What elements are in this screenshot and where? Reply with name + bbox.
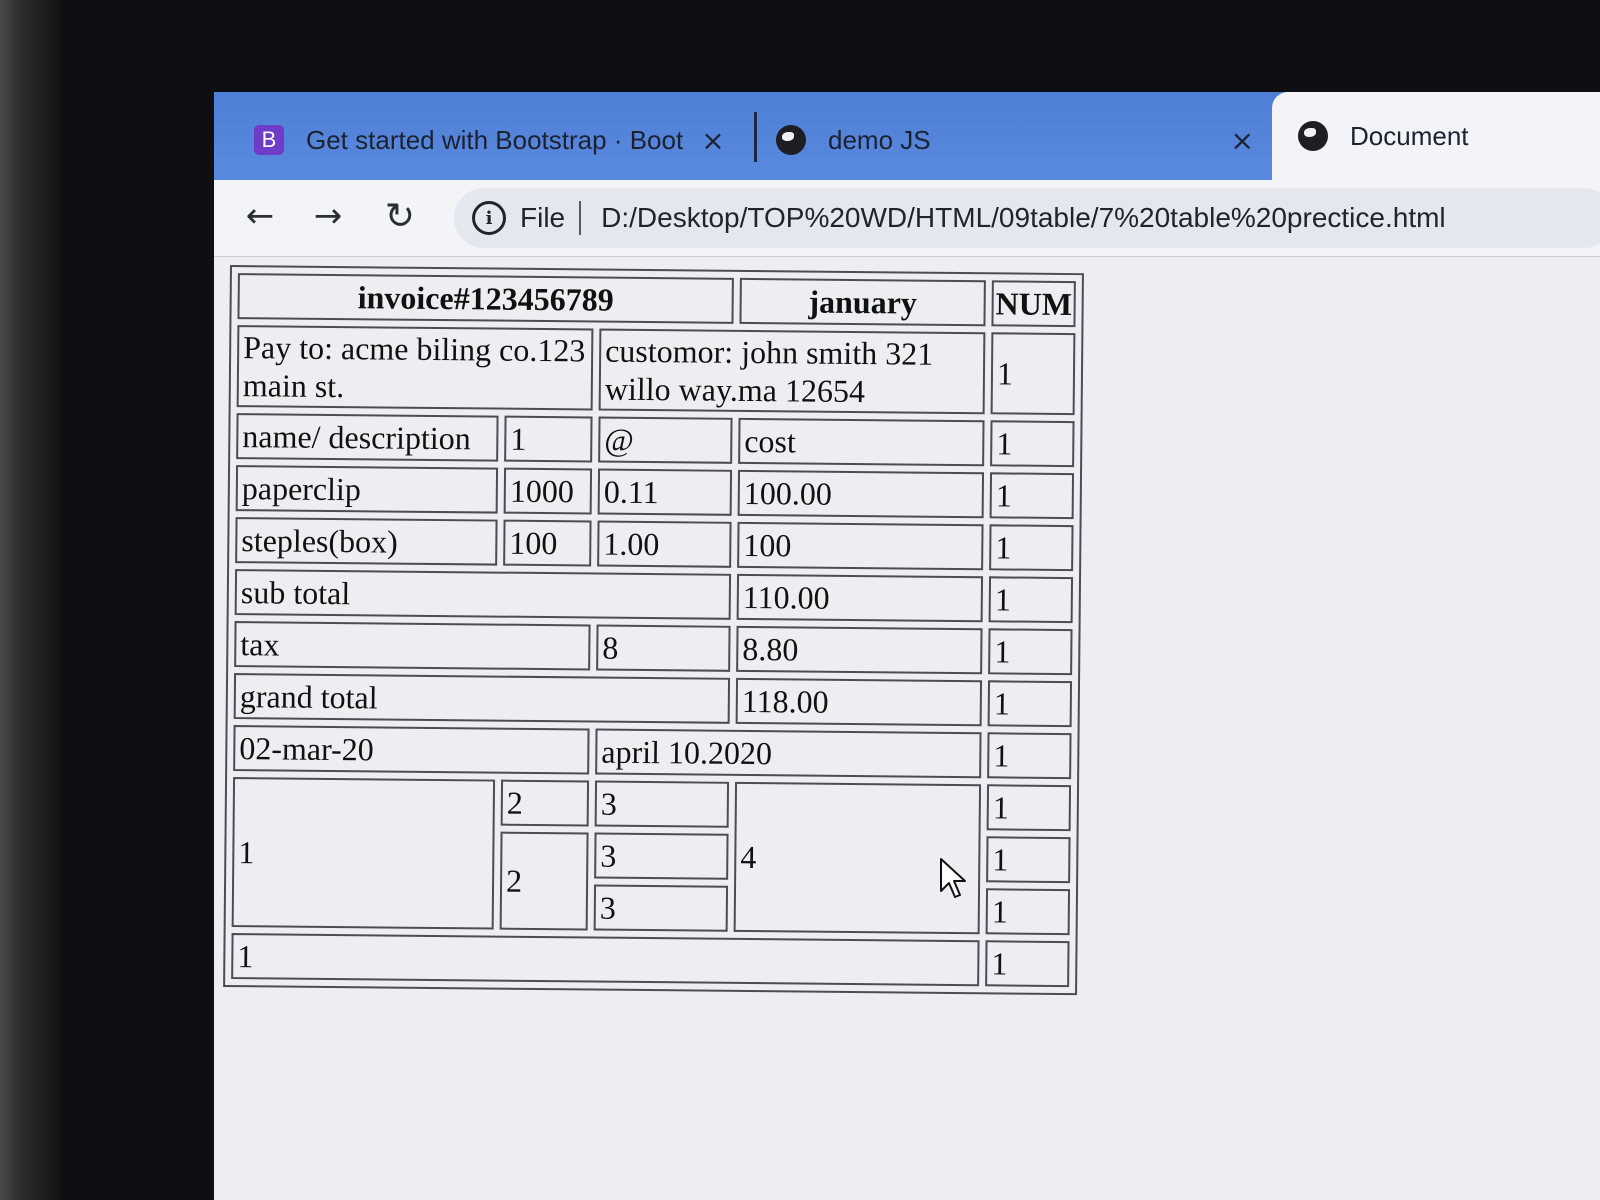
item-cost: 100 bbox=[737, 521, 984, 571]
table-row: invoice#123456789 january NUM bbox=[237, 273, 1077, 328]
browser-toolbar: ← → ↻ i File D:/Desktop/TOP%20WD/HTML/09… bbox=[214, 180, 1600, 257]
tab-demo-js[interactable]: demo JS × bbox=[776, 100, 1266, 180]
num-cell: 1 bbox=[987, 680, 1073, 728]
item-qty: 100 bbox=[503, 519, 592, 567]
table-row: paperclip 1000 0.11 100.00 1 bbox=[235, 465, 1075, 520]
back-arrow-icon[interactable]: ← bbox=[238, 194, 282, 238]
item-price: 0.11 bbox=[597, 468, 733, 516]
column-header-qty: 1 bbox=[504, 415, 593, 463]
table-row: Pay to: acme biling co.123 main st. cust… bbox=[236, 325, 1076, 416]
merged-cell-a: 1 bbox=[231, 777, 496, 930]
table-row: steples(box) 100 1.00 100 1 bbox=[235, 517, 1074, 572]
date-right: april 10.2020 bbox=[595, 728, 982, 779]
address-bar[interactable]: i File D:/Desktop/TOP%20WD/HTML/09table/… bbox=[454, 188, 1600, 248]
info-icon[interactable]: i bbox=[472, 201, 506, 235]
item-name: paperclip bbox=[235, 465, 499, 514]
close-icon[interactable]: × bbox=[1231, 124, 1254, 157]
customer-cell: customor: john smith 321 willo way.ma 12… bbox=[598, 328, 986, 415]
address-divider bbox=[579, 201, 582, 235]
table-row: tax 8 8.80 1 bbox=[234, 621, 1073, 676]
date-left: 02-mar-20 bbox=[233, 725, 590, 775]
tab-document-active[interactable]: Document bbox=[1272, 92, 1600, 180]
item-name: steples(box) bbox=[235, 517, 498, 566]
tax-label: tax bbox=[234, 621, 591, 671]
table-row: sub total 110.00 1 bbox=[234, 569, 1074, 624]
bootstrap-favicon-icon: B bbox=[254, 125, 284, 155]
table-row: grand total 118.00 1 bbox=[233, 673, 1073, 728]
item-qty: 1000 bbox=[503, 467, 593, 515]
column-header-cost: cost bbox=[738, 417, 985, 467]
footer-cell: 1 bbox=[231, 933, 980, 987]
num-cell: 1 bbox=[986, 784, 1072, 832]
address-scheme-label: File bbox=[520, 202, 566, 233]
column-header-at: @ bbox=[598, 416, 733, 464]
close-icon[interactable]: × bbox=[701, 124, 724, 157]
tab-strip: B Get started with Bootstrap · Boot × de… bbox=[214, 92, 1600, 180]
tab-bootstrap[interactable]: B Get started with Bootstrap · Boot × bbox=[254, 100, 754, 180]
num-cell: 1 bbox=[985, 888, 1071, 936]
pay-to-cell: Pay to: acme biling co.123 main st. bbox=[236, 325, 594, 411]
merged-cell-c2: 3 bbox=[594, 832, 729, 880]
globe-icon bbox=[1298, 121, 1328, 151]
browser-window: B Get started with Bootstrap · Boot × de… bbox=[214, 92, 1600, 1200]
item-cost: 100.00 bbox=[737, 469, 985, 519]
globe-icon bbox=[776, 125, 806, 155]
num-cell: 1 bbox=[989, 472, 1075, 520]
subtotal-value: 110.00 bbox=[736, 573, 984, 623]
num-cell: 1 bbox=[985, 940, 1070, 988]
month-cell: january bbox=[739, 277, 986, 327]
grand-total-label: grand total bbox=[233, 673, 731, 724]
num-cell: 1 bbox=[986, 836, 1071, 884]
table-row: 1 2 3 4 1 bbox=[231, 777, 1072, 935]
address-url[interactable]: D:/Desktop/TOP%20WD/HTML/09table/7%20tab… bbox=[601, 202, 1446, 234]
monitor-bezel bbox=[0, 0, 60, 1200]
table-row: 1 1 bbox=[231, 933, 1070, 988]
merged-cell-c3: 3 bbox=[593, 884, 729, 932]
merged-cell-b1: 2 bbox=[500, 779, 590, 827]
num-cell: 1 bbox=[988, 628, 1073, 676]
num-cell: 1 bbox=[987, 732, 1072, 780]
tax-rate: 8 bbox=[596, 624, 731, 672]
forward-arrow-icon[interactable]: → bbox=[306, 194, 350, 238]
table-row: name/ description 1 @ cost 1 bbox=[236, 413, 1075, 468]
num-cell: 1 bbox=[989, 524, 1074, 572]
num-cell: 1 bbox=[990, 332, 1076, 416]
table-row: 02-mar-20 april 10.2020 1 bbox=[233, 725, 1072, 780]
reload-icon[interactable]: ↻ bbox=[378, 194, 422, 238]
tab-divider bbox=[754, 112, 757, 162]
invoice-number-cell: invoice#123456789 bbox=[237, 273, 734, 324]
column-header-name: name/ description bbox=[236, 413, 499, 462]
tab-title: Document bbox=[1350, 120, 1469, 151]
num-header-cell: NUM bbox=[991, 280, 1077, 328]
merged-cell-c1: 3 bbox=[594, 780, 730, 828]
subtotal-label: sub total bbox=[234, 569, 732, 620]
item-price: 1.00 bbox=[597, 520, 732, 568]
mouse-pointer-icon bbox=[940, 858, 966, 898]
merged-cell-b2: 2 bbox=[499, 831, 589, 931]
page-content: invoice#123456789 january NUM Pay to: ac… bbox=[214, 257, 1600, 1200]
tax-value: 8.80 bbox=[736, 625, 983, 675]
num-cell: 1 bbox=[990, 420, 1075, 468]
num-cell: 1 bbox=[988, 576, 1074, 624]
grand-total-value: 118.00 bbox=[735, 677, 983, 727]
tab-title: Get started with Bootstrap · Boot bbox=[306, 124, 684, 155]
tab-title: demo JS bbox=[828, 124, 931, 155]
